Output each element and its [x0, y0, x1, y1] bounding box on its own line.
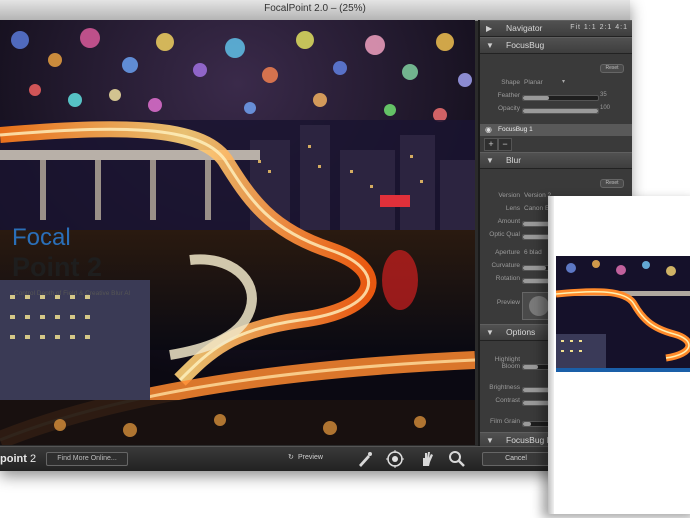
- navigator-section-header[interactable]: ▶ Navigator Fit 1:1 2:1 4:1: [480, 20, 632, 37]
- optic-label: Optic Qual: [489, 231, 520, 238]
- collapse-triangle-icon: ▼: [486, 328, 494, 337]
- box-subtitle: Control Depth of Field & Creative Blur A…: [14, 290, 130, 297]
- refresh-icon[interactable]: ↻: [288, 453, 294, 461]
- opacity-row: Opacity 100: [480, 104, 632, 115]
- zoom-icon[interactable]: [448, 450, 466, 468]
- box-title-focal: Focal: [12, 224, 71, 251]
- focusbug-tool-icon[interactable]: [386, 450, 404, 468]
- filmgrain-label: Film Grain: [490, 418, 520, 425]
- zoom-options[interactable]: Fit 1:1 2:1 4:1: [570, 24, 628, 31]
- chevron-down-icon[interactable]: ▾: [562, 78, 565, 85]
- blur-section-header[interactable]: ▼ Blur: [480, 152, 632, 169]
- opacity-fill: [523, 109, 598, 113]
- collapse-triangle-icon: ▼: [486, 436, 494, 445]
- feather-label: Feather: [497, 92, 520, 99]
- navigator-label: Navigator: [506, 23, 543, 33]
- window-titlebar[interactable]: FocalPoint 2.0 – (25%): [0, 0, 630, 21]
- curvature-label: Curvature: [491, 262, 520, 269]
- hand-icon[interactable]: [418, 450, 436, 468]
- app-brand-version: 2: [30, 453, 37, 465]
- box-city-image: [556, 256, 690, 368]
- opacity-value: 100: [600, 105, 611, 111]
- blur-reset-button[interactable]: Reset: [600, 179, 624, 188]
- filmgrain-fill: [523, 422, 531, 426]
- feather-row: Feather 35: [480, 91, 632, 102]
- feather-value: 35: [600, 92, 607, 98]
- cancel-button[interactable]: Cancel: [482, 452, 550, 466]
- box-photo: [556, 256, 690, 368]
- aperture-select[interactable]: 6 blad: [524, 249, 542, 256]
- app-brand: point: [0, 453, 27, 465]
- focusbug-reset-button[interactable]: Reset: [600, 64, 624, 73]
- preview-label: Preview: [496, 299, 520, 306]
- window-title: FocalPoint 2.0 – (25%): [264, 3, 366, 14]
- box-blue-band: [556, 368, 690, 372]
- options-label: Options: [506, 327, 536, 337]
- find-more-online-button[interactable]: Find More Online...: [46, 452, 128, 466]
- box-side-edge: [548, 196, 554, 514]
- contrast-label: Contrast: [495, 397, 520, 404]
- collapse-triangle-icon: ▼: [486, 156, 494, 165]
- shape-label: Shape: [501, 79, 520, 86]
- photo-canvas[interactable]: [0, 20, 475, 445]
- aperture-label: Aperture: [495, 249, 520, 256]
- feather-fill: [523, 96, 550, 100]
- opacity-slider[interactable]: [522, 108, 599, 114]
- shape-row: Shape Planar ▾: [480, 78, 632, 89]
- brush-icon[interactable]: [356, 450, 374, 468]
- add-focusbug-button[interactable]: +: [484, 138, 498, 151]
- box-title-point2: Point 2: [12, 252, 103, 282]
- aperture-shape-icon: [529, 296, 549, 316]
- expand-triangle-icon: ▶: [486, 24, 493, 33]
- remove-focusbug-button[interactable]: −: [498, 138, 512, 151]
- curvature-fill: [523, 266, 546, 270]
- focusbug-label: FocusBug: [506, 40, 545, 50]
- eye-icon[interactable]: ◉: [485, 125, 492, 134]
- bottom-toolbar: point 2 Find More Online... ↻ Preview Ca…: [0, 446, 630, 471]
- focalpoint-window: FocalPoint 2.0 – (25%) ▶ Navigator Fit 1…: [0, 0, 632, 471]
- highlight-label: Highlight Bloom: [494, 356, 520, 370]
- blur-label: Blur: [506, 155, 522, 165]
- feather-slider[interactable]: [522, 95, 599, 101]
- shape-select[interactable]: Planar: [524, 79, 543, 86]
- rotation-label: Rotation: [495, 275, 520, 282]
- version-label: Version: [498, 192, 520, 199]
- focusbug-item-label: FocusBug 1: [498, 126, 533, 133]
- focusbug-section-header[interactable]: ▼ FocusBug: [480, 37, 632, 54]
- highlight-fill: [523, 365, 538, 369]
- brightness-label: Brightness: [489, 384, 520, 391]
- preview-toggle[interactable]: Preview: [298, 454, 323, 461]
- lens-label: Lens: [505, 205, 520, 212]
- amount-label: Amount: [497, 218, 520, 225]
- focusbug-list-item[interactable]: ◉ FocusBug 1: [480, 124, 632, 136]
- collapse-triangle-icon: ▼: [486, 41, 494, 50]
- opacity-label: Opacity: [497, 105, 520, 112]
- night-city-photo: [0, 20, 475, 445]
- product-box: [548, 196, 690, 514]
